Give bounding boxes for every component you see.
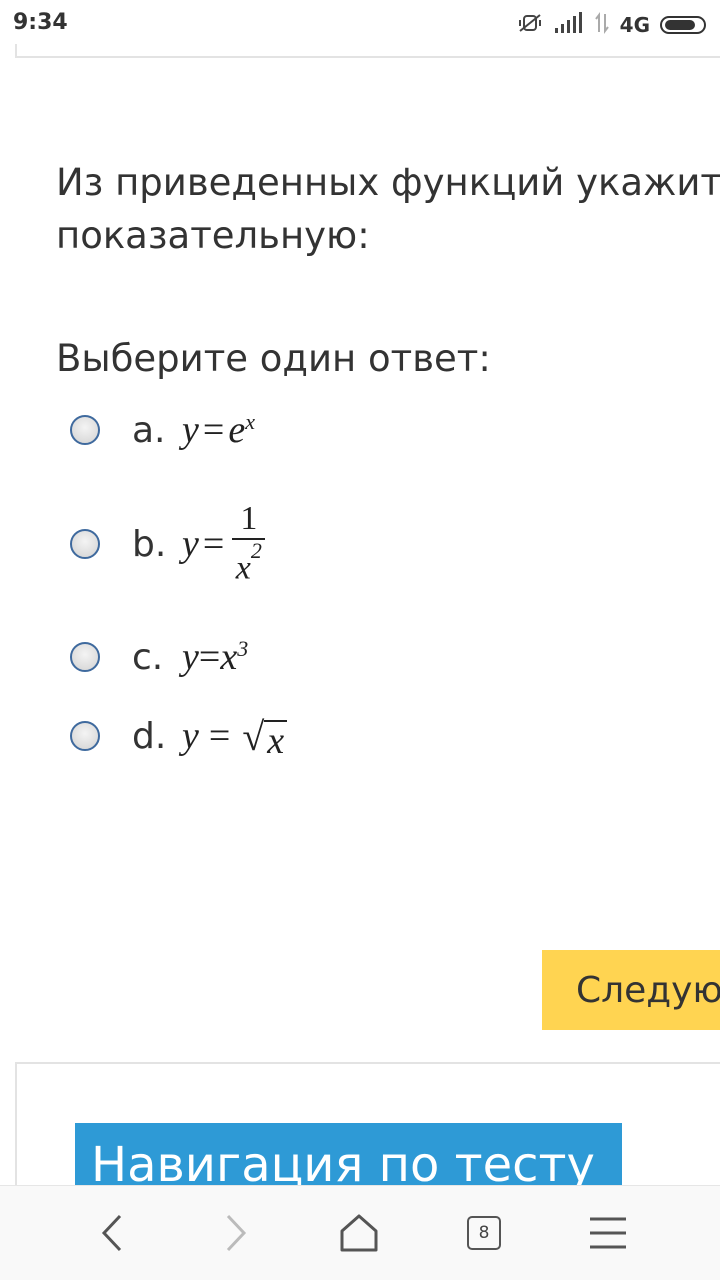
- answer-option-d[interactable]: d. y = √ x: [70, 706, 288, 766]
- browser-toolbar: 8: [0, 1185, 720, 1280]
- answer-prompt: Выберите один ответ:: [56, 337, 491, 380]
- answer-letter: c.: [132, 636, 164, 678]
- radio-button-b[interactable]: [70, 529, 100, 559]
- content-frame-top: [15, 44, 720, 58]
- formula-a: y = e x: [182, 409, 255, 451]
- answer-letter: a.: [132, 409, 166, 451]
- answer-letter: b.: [132, 523, 167, 565]
- mute-icon: [516, 11, 544, 40]
- question-line-1: Из приведенных функций укажите: [56, 161, 720, 204]
- next-page-button[interactable]: Следующая страница: [542, 950, 720, 1030]
- question-line-2: показательную:: [56, 214, 370, 257]
- network-type: 4G: [619, 13, 650, 37]
- answer-option-b[interactable]: b. y = 1 x2: [70, 500, 266, 587]
- home-icon[interactable]: [334, 1208, 384, 1258]
- signal-icon: [554, 11, 584, 39]
- formula-b: y = 1 x2: [182, 500, 266, 587]
- tab-count: 8: [467, 1216, 501, 1250]
- data-arrows-icon: [594, 11, 610, 39]
- radio-button-c[interactable]: [70, 642, 100, 672]
- back-icon[interactable]: [88, 1208, 138, 1258]
- question-text: Из приведенных функций укажите показател…: [56, 156, 720, 262]
- formula-c: y = x 3: [182, 636, 249, 678]
- radio-button-d[interactable]: [70, 721, 100, 751]
- answer-letter: d.: [132, 715, 167, 757]
- formula-d: y = √ x: [182, 713, 288, 760]
- radio-button-a[interactable]: [70, 415, 100, 445]
- tabs-icon[interactable]: 8: [459, 1208, 509, 1258]
- status-bar: 9:34 4G: [0, 0, 720, 50]
- status-icons: 4G: [516, 10, 706, 40]
- status-time: 9:34: [13, 10, 68, 35]
- battery-icon: [660, 16, 706, 34]
- quiz-navigation-header: Навигация по тесту: [75, 1123, 622, 1193]
- browser-page: 9:34 4G Из приведенных функций укажите п…: [0, 0, 720, 1280]
- answer-option-a[interactable]: a. y = e x: [70, 400, 255, 460]
- menu-icon[interactable]: [583, 1208, 633, 1258]
- answer-option-c[interactable]: c. y = x 3: [70, 627, 248, 687]
- forward-icon[interactable]: [210, 1208, 260, 1258]
